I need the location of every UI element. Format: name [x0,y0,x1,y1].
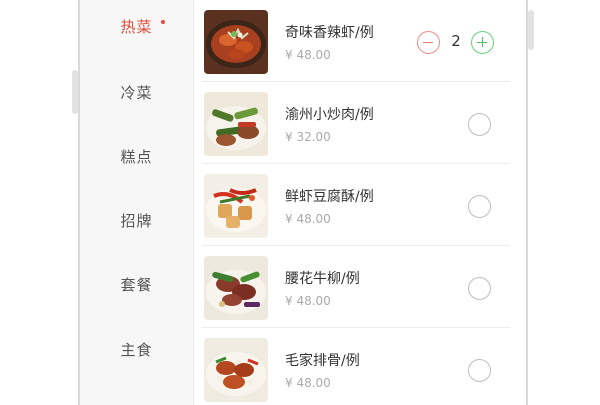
category-label: 冷菜 [120,84,153,102]
dish-photo [204,174,268,238]
phone-side-button [528,10,534,50]
empty-circle-icon[interactable] [468,113,491,136]
row-divider [202,163,510,164]
dish-row[interactable]: 腰花牛柳/例 ¥ 48.00 [194,248,526,328]
plus-glyph-v [481,37,483,47]
dish-price: ¥ 48.00 [285,212,331,226]
app-stage: 热菜 冷菜 糕点 招牌 套餐 主食 奇味香辣虾/例 ¥ 48.00 2 渝州小炒… [0,0,600,405]
menu-screen: 热菜 冷菜 糕点 招牌 套餐 主食 奇味香辣虾/例 ¥ 48.00 2 渝州小炒… [80,0,526,405]
dish-name: 腰花牛柳/例 [285,271,360,287]
dish-photo [204,338,268,402]
category-item-set-meals[interactable]: 套餐 [80,270,193,300]
dish-row[interactable]: 渝州小炒肉/例 ¥ 32.00 [194,84,526,164]
dish-price: ¥ 48.00 [285,48,331,62]
dish-name: 鲜虾豆腐酥/例 [285,189,374,205]
dish-photo [204,92,268,156]
category-label: 主食 [120,341,153,359]
dish-price: ¥ 48.00 [285,294,331,308]
phone-frame-edge [526,0,528,405]
minus-glyph [423,41,433,43]
empty-circle-icon[interactable] [468,359,491,382]
dish-row[interactable]: 奇味香辣虾/例 ¥ 48.00 2 [194,2,526,82]
red-dot-icon [161,20,165,24]
category-label: 热菜 [120,18,153,36]
category-item-staples[interactable]: 主食 [80,335,193,365]
row-divider [202,327,510,328]
category-label: 招牌 [120,212,153,230]
category-label: 套餐 [120,276,153,294]
category-item-signature[interactable]: 招牌 [80,206,193,236]
dish-row[interactable]: 毛家排骨/例 ¥ 48.00 [194,330,526,405]
plus-circle-icon[interactable] [471,31,494,54]
category-item-hot-dishes[interactable]: 热菜 [80,12,193,42]
empty-circle-icon[interactable] [468,277,491,300]
category-item-cold-dishes[interactable]: 冷菜 [80,78,193,108]
dish-photo [204,256,268,320]
dish-photo [204,10,268,74]
quantity-value: 2 [451,32,461,50]
minus-circle-icon[interactable] [417,31,440,54]
row-divider [202,81,510,82]
dish-name: 渝州小炒肉/例 [285,107,374,123]
category-sidebar: 热菜 冷菜 糕点 招牌 套餐 主食 [80,0,194,405]
dish-name: 毛家排骨/例 [285,353,360,369]
category-label: 糕点 [120,148,153,166]
row-divider [202,245,510,246]
dish-list: 奇味香辣虾/例 ¥ 48.00 2 渝州小炒肉/例 ¥ 32.00 鲜虾豆腐酥/… [194,0,526,405]
dish-name: 奇味香辣虾/例 [285,25,374,41]
dish-price: ¥ 48.00 [285,376,331,390]
empty-circle-icon[interactable] [468,195,491,218]
category-item-pastries[interactable]: 糕点 [80,142,193,172]
dish-price: ¥ 32.00 [285,130,331,144]
dish-row[interactable]: 鲜虾豆腐酥/例 ¥ 48.00 [194,166,526,246]
